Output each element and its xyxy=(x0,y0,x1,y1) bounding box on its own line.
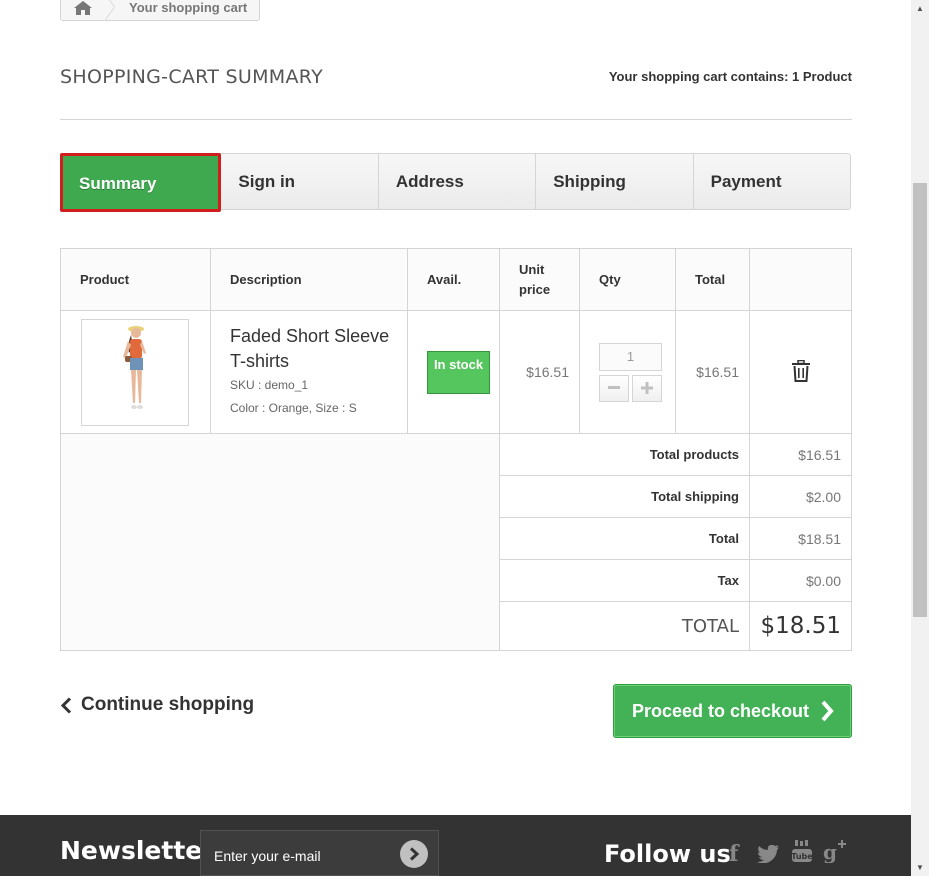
summary-label: Tax xyxy=(499,559,750,602)
checkout-steps: Summary Sign in Address Shipping Payment xyxy=(60,153,851,212)
table-row: Faded Short Sleeve T-shirts SKU : demo_1… xyxy=(60,310,852,434)
step-shipping[interactable]: Shipping xyxy=(536,154,694,209)
facebook-icon[interactable]: f xyxy=(729,841,738,867)
breadcrumb: Your shopping cart xyxy=(60,0,261,21)
product-name-link[interactable]: Faded Short Sleeve T-shirts xyxy=(230,324,407,374)
product-sku: SKU : demo_1 xyxy=(230,377,309,392)
summary-value: $2.00 xyxy=(749,475,852,518)
continue-shopping-link[interactable]: Continue shopping xyxy=(60,694,254,716)
google-plus-icon[interactable]: g xyxy=(823,839,847,869)
col-product: Product xyxy=(60,248,211,311)
col-description: Description xyxy=(210,248,408,311)
footer: Newsletter Enter your e-mail Follow us f… xyxy=(0,815,911,876)
chevron-left-icon xyxy=(60,696,72,714)
delete-cell xyxy=(749,310,852,434)
chevron-right-icon xyxy=(409,847,420,861)
cart-table: Product Description Avail. Unit price Qt… xyxy=(60,248,852,651)
summary-value: $18.51 xyxy=(749,517,852,560)
quantity-decrease-button[interactable] xyxy=(599,374,629,402)
step-sign-in[interactable]: Sign in xyxy=(221,154,379,209)
scroll-up-arrow-icon[interactable]: ▲ xyxy=(911,0,929,17)
quantity-cell: 1 xyxy=(579,310,676,434)
twitter-icon[interactable] xyxy=(757,843,779,869)
col-avail: Avail. xyxy=(407,248,500,311)
newsletter-email-field[interactable]: Enter your e-mail xyxy=(200,830,439,876)
empty-footer-area xyxy=(60,433,500,651)
product-image-cell xyxy=(60,310,211,434)
availability-cell: In stock xyxy=(407,310,500,434)
product-photo xyxy=(123,326,146,409)
svg-text:g: g xyxy=(823,840,837,863)
newsletter-submit-button[interactable] xyxy=(400,840,428,868)
step-label: Payment xyxy=(710,171,782,191)
newsletter-placeholder: Enter your e-mail xyxy=(214,848,321,864)
breadcrumb-separator xyxy=(104,0,125,21)
page-scrollbar[interactable]: ▲ ▼ xyxy=(911,0,929,876)
divider xyxy=(60,119,852,120)
col-qty: Qty xyxy=(579,248,676,311)
svg-text:Tube: Tube xyxy=(792,852,812,861)
quantity-input[interactable]: 1 xyxy=(599,342,662,371)
breadcrumb-current: Your shopping cart xyxy=(129,0,248,15)
checkout-label: Proceed to checkout xyxy=(632,700,810,721)
grand-total-value: $18.51 xyxy=(749,601,852,651)
newsletter-title: Newsletter xyxy=(60,836,215,865)
col-actions xyxy=(749,248,852,311)
minus-icon xyxy=(608,386,620,389)
grand-total-label: TOTAL xyxy=(499,601,750,651)
home-icon xyxy=(74,1,92,15)
step-payment[interactable]: Payment xyxy=(694,154,850,209)
summary-label: Total shipping xyxy=(499,475,750,518)
quantity-increase-button[interactable] xyxy=(632,374,662,402)
summary-value: $16.51 xyxy=(749,433,852,476)
page-title: SHOPPING-CART SUMMARY xyxy=(60,66,323,88)
step-label: Shipping xyxy=(553,171,626,191)
youtube-icon[interactable]: Tube xyxy=(791,839,813,869)
step-label: Sign in xyxy=(238,171,296,191)
follow-us-title: Follow us xyxy=(604,840,731,868)
line-total: $16.51 xyxy=(675,310,750,434)
col-total: Total xyxy=(675,248,750,311)
step-label: Summary xyxy=(79,173,157,193)
plus-icon xyxy=(641,382,653,394)
step-label: Address xyxy=(395,171,464,191)
continue-shopping-label: Continue shopping xyxy=(81,694,255,715)
in-stock-badge: In stock xyxy=(427,350,490,394)
proceed-to-checkout-button[interactable]: Proceed to checkout xyxy=(613,684,852,738)
summary-label: Total products xyxy=(499,433,750,476)
step-address[interactable]: Address xyxy=(379,154,537,209)
breadcrumb-home[interactable] xyxy=(61,0,105,20)
product-attributes: Color : Orange, Size : S xyxy=(230,400,357,415)
cart-product-count: Your shopping cart contains: 1 Product xyxy=(608,69,852,84)
col-unit-price: Unit price xyxy=(499,248,580,311)
summary-value: $0.00 xyxy=(749,559,852,602)
unit-price: $16.51 xyxy=(499,310,580,434)
step-summary[interactable]: Summary xyxy=(60,153,222,212)
scrollbar-thumb[interactable] xyxy=(913,183,927,617)
trash-icon[interactable] xyxy=(791,359,811,385)
summary-label: Total xyxy=(499,517,750,560)
scroll-down-arrow-icon[interactable]: ▼ xyxy=(911,859,929,876)
product-image[interactable] xyxy=(81,318,189,426)
product-description-cell: Faded Short Sleeve T-shirts SKU : demo_1… xyxy=(210,310,408,434)
chevron-right-icon xyxy=(821,700,834,722)
